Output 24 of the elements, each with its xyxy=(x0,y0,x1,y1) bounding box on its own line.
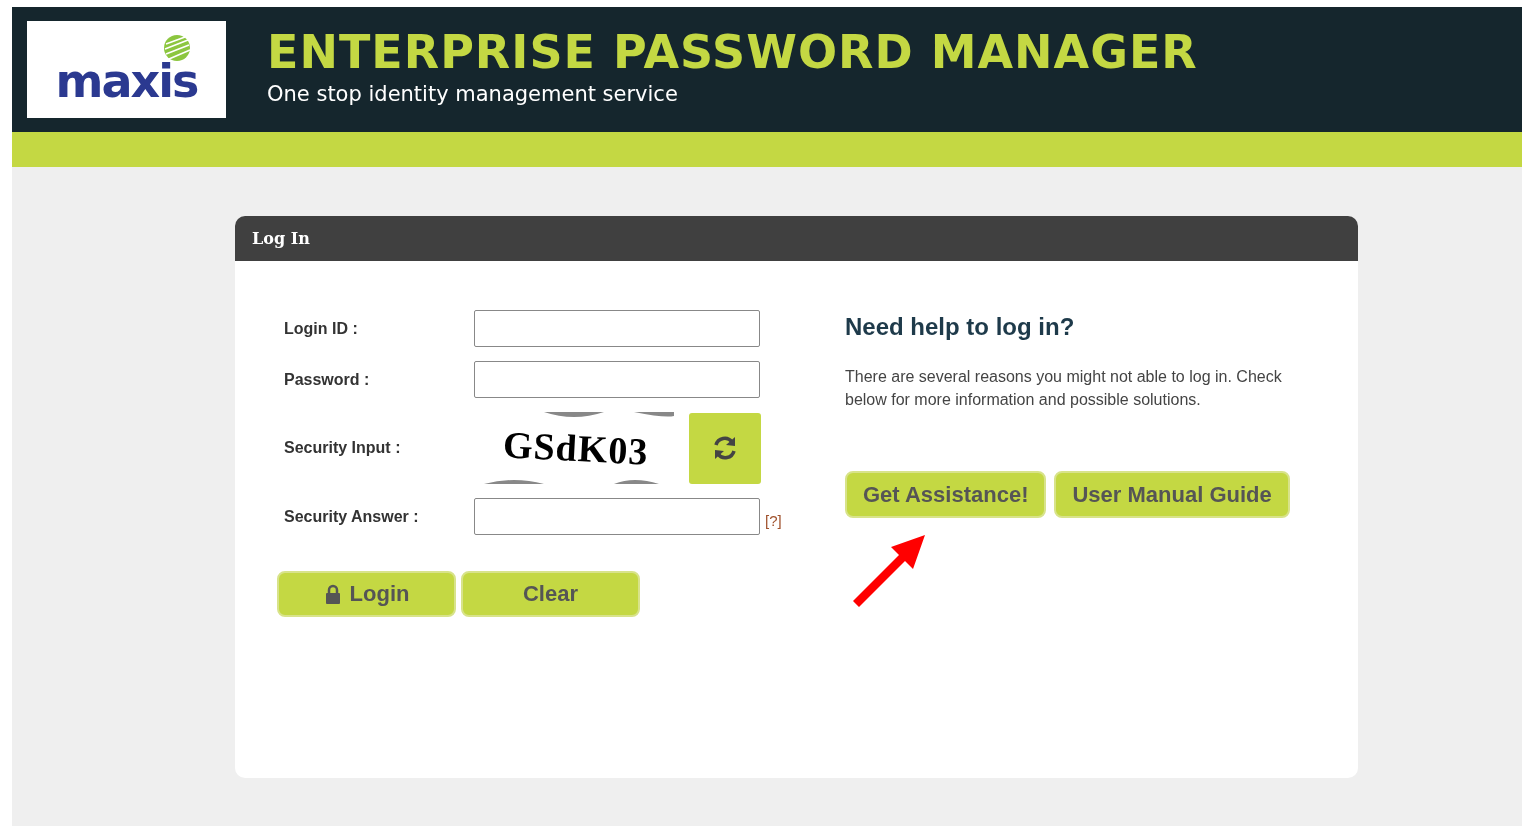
field-label: Login ID : xyxy=(283,319,359,338)
refresh-icon xyxy=(711,434,739,462)
input-field[interactable] xyxy=(474,498,760,535)
help-text: There are several reasons you might not able to log in. Check below for more information and possible solutions. xyxy=(845,367,1283,410)
app-subtitle: One stop identity management service xyxy=(267,81,679,106)
field-label: Security Input : xyxy=(283,439,402,457)
pointer-arrow xyxy=(853,535,925,607)
refresh-button[interactable] xyxy=(689,412,761,484)
input-field[interactable] xyxy=(474,361,760,398)
login-button[interactable]: Login xyxy=(277,571,456,617)
lock-icon xyxy=(323,583,342,605)
app-title: ENTERPRISE PASSWORD MANAGER xyxy=(267,27,1198,78)
field-label: Security Answer : xyxy=(283,507,420,526)
help-link[interactable]: [?] xyxy=(765,512,782,529)
help-button[interactable]: Get Assistance! xyxy=(845,471,1047,518)
globe-icon xyxy=(163,34,191,62)
card-title: Log In xyxy=(252,229,310,248)
field-label: Password : xyxy=(283,370,371,389)
clear-button[interactable]: Clear xyxy=(461,571,640,617)
help-button[interactable]: User Manual Guide xyxy=(1054,471,1290,518)
help-heading: Need help to log in? xyxy=(845,313,1076,341)
input-field[interactable] xyxy=(474,310,760,347)
captcha-text: GSdK03 xyxy=(501,422,650,474)
logo-text: maxis xyxy=(55,58,198,104)
